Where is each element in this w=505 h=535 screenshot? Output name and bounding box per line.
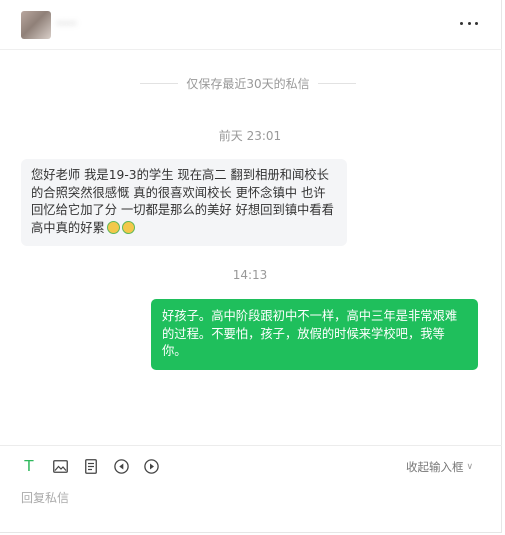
chevron-down-icon: ∨ bbox=[466, 462, 474, 472]
incoming-message-text: 您好老师 我是19-3的学生 现在高二 翻到相册和闻校长的合照突然很感慨 真的很… bbox=[31, 168, 334, 235]
crying-emoji-icon bbox=[106, 220, 120, 234]
divider-line bbox=[140, 82, 179, 84]
reply-input-area: T 收起输入框 ∨ 回复私信 bbox=[0, 445, 502, 533]
text-format-label: T bbox=[24, 457, 34, 475]
message-timestamp: 14:13 bbox=[232, 268, 268, 282]
reply-input[interactable]: 回复私信 bbox=[21, 489, 69, 506]
outgoing-message-text: 好孩子。高中阶段跟初中不一样，高中三年是非常艰难的过程。不要怕，孩子，放假的时候… bbox=[162, 309, 458, 358]
collapse-input-button[interactable]: 收起输入框 ∨ bbox=[406, 459, 473, 475]
play-icon[interactable] bbox=[143, 458, 159, 474]
retention-notice-text: 仅保存最近30天的私信 bbox=[186, 76, 310, 91]
incoming-message-bubble: 您好老师 我是19-3的学生 现在高二 翻到相册和闻校长的合照突然很感慨 真的很… bbox=[21, 159, 347, 246]
crying-emoji-icon bbox=[121, 220, 135, 234]
outgoing-message-bubble: 好孩子。高中阶段跟初中不一样，高中三年是非常艰难的过程。不要怕，孩子，放假的时候… bbox=[151, 299, 478, 370]
image-icon[interactable] bbox=[52, 458, 68, 474]
text-format-icon[interactable]: T bbox=[21, 457, 37, 475]
collapse-input-label: 收起输入框 bbox=[406, 460, 464, 474]
chat-header: ····· bbox=[0, 0, 502, 50]
contact-name[interactable]: ····· bbox=[56, 15, 134, 35]
document-icon[interactable] bbox=[83, 458, 99, 474]
retention-notice: 仅保存最近30天的私信 bbox=[140, 74, 356, 92]
more-horizontal-icon[interactable] bbox=[460, 16, 478, 30]
rewind-icon[interactable] bbox=[113, 458, 129, 474]
avatar[interactable] bbox=[21, 11, 51, 39]
divider-line bbox=[317, 82, 356, 84]
message-timestamp: 前天 23:01 bbox=[218, 129, 282, 143]
chat-window: ····· 仅保存最近30天的私信 前天 23:01 您好老师 我是19-3的学… bbox=[0, 0, 502, 533]
